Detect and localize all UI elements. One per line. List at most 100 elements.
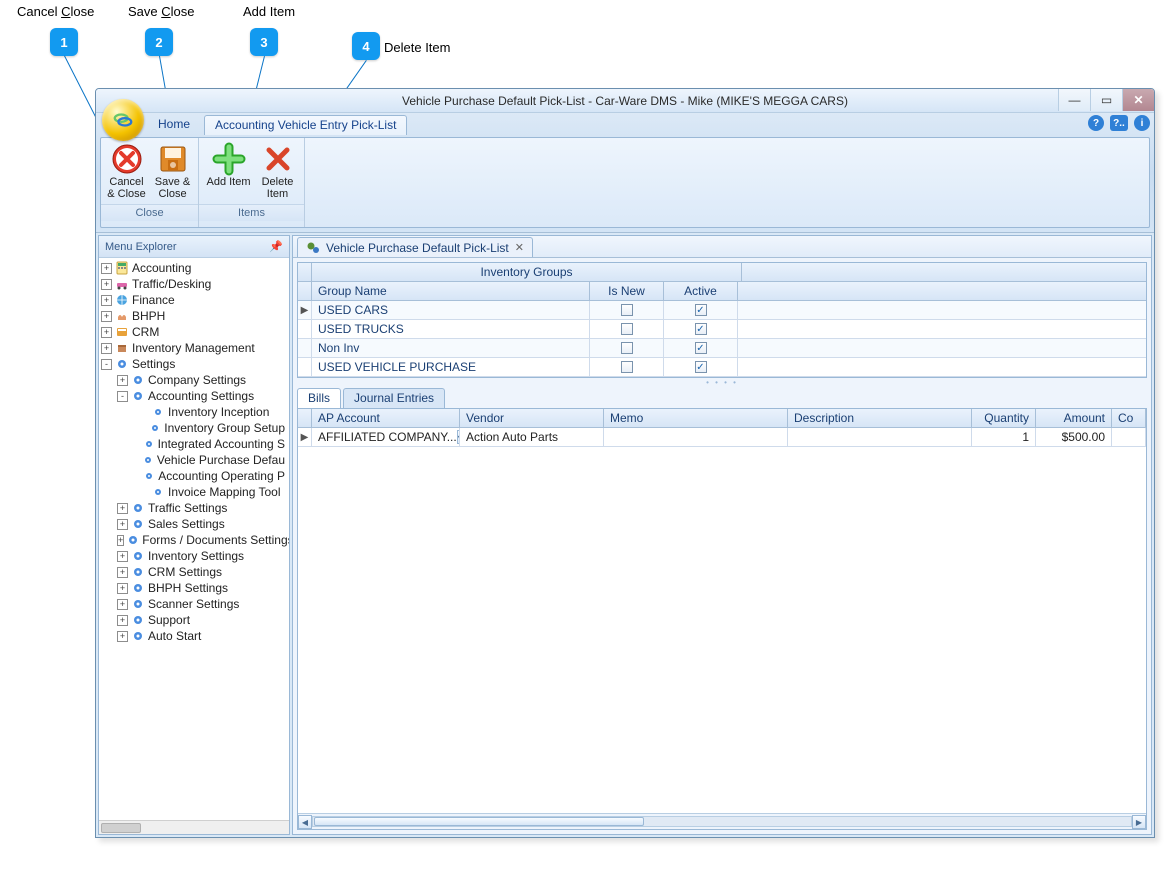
expander-icon[interactable]: + xyxy=(101,327,112,338)
inventory-group-row[interactable]: USED TRUCKS ✓ xyxy=(298,320,1146,339)
active-checkbox[interactable]: ✓ xyxy=(695,304,707,316)
col-is-new[interactable]: Is New xyxy=(590,282,664,300)
tree-node[interactable]: Accounting Operating P xyxy=(137,468,289,484)
help-icon[interactable]: ? xyxy=(1088,115,1104,131)
expander-icon[interactable]: + xyxy=(101,311,112,322)
col-amount[interactable]: Amount xyxy=(1036,409,1112,427)
expander-icon[interactable]: + xyxy=(117,535,124,546)
tree-node[interactable]: -Accounting Settings xyxy=(117,388,289,404)
save-close-button[interactable]: Save & Close xyxy=(151,140,195,202)
tree-node[interactable]: +Inventory Settings xyxy=(117,548,289,564)
col-active[interactable]: Active xyxy=(664,282,738,300)
tree-node[interactable]: +Accounting xyxy=(101,260,289,276)
is-new-checkbox[interactable] xyxy=(621,342,633,354)
tree-node[interactable]: +Inventory Management xyxy=(101,340,289,356)
col-description[interactable]: Description xyxy=(788,409,972,427)
minimize-button[interactable]: — xyxy=(1058,89,1090,111)
tree-node[interactable]: +Finance xyxy=(101,292,289,308)
expander-icon[interactable]: + xyxy=(101,295,112,306)
expander-icon[interactable]: + xyxy=(117,615,128,626)
expander-icon[interactable]: + xyxy=(101,343,112,354)
expander-icon[interactable] xyxy=(137,407,148,418)
tree-node[interactable]: Inventory Inception xyxy=(137,404,289,420)
expander-icon[interactable] xyxy=(137,487,148,498)
tree-node[interactable]: +BHPH Settings xyxy=(117,580,289,596)
tree-node[interactable]: Inventory Group Setup xyxy=(137,420,289,436)
tree-node[interactable]: -Settings xyxy=(101,356,289,372)
delete-item-button[interactable]: Delete Item xyxy=(256,140,300,202)
tab-journal-entries[interactable]: Journal Entries xyxy=(343,388,445,408)
group-name-cell[interactable]: USED CARS xyxy=(312,301,590,319)
expander-icon[interactable]: - xyxy=(101,359,112,370)
tab-bills[interactable]: Bills xyxy=(297,388,341,408)
expander-icon[interactable] xyxy=(137,439,140,450)
splitter[interactable]: • • • • xyxy=(293,378,1151,386)
pin-icon[interactable]: 📌 xyxy=(269,240,283,253)
group-name-cell[interactable]: USED VEHICLE PURCHASE xyxy=(312,358,590,376)
expander-icon[interactable]: + xyxy=(117,599,128,610)
ap-account-cell[interactable]: AFFILIATED COMPANY...▾ xyxy=(312,428,460,446)
cancel-close-button[interactable]: Cancel & Close xyxy=(105,140,149,202)
is-new-checkbox[interactable] xyxy=(621,361,633,373)
expander-icon[interactable]: + xyxy=(117,375,128,386)
tree-node[interactable]: +CRM xyxy=(101,324,289,340)
expander-icon[interactable] xyxy=(137,471,140,482)
tree-node[interactable]: +Auto Start xyxy=(117,628,289,644)
vendor-cell[interactable]: Action Auto Parts xyxy=(460,428,604,446)
menu-tree[interactable]: +Accounting+Traffic/Desking+Finance+BHPH… xyxy=(99,258,289,820)
quantity-cell[interactable]: 1 xyxy=(972,428,1036,446)
tree-node[interactable]: +Sales Settings xyxy=(117,516,289,532)
tab-close-icon[interactable]: ✕ xyxy=(515,241,524,254)
expander-icon[interactable]: - xyxy=(117,391,128,402)
expander-icon[interactable]: + xyxy=(117,583,128,594)
info-icon[interactable]: i xyxy=(1134,115,1150,131)
expander-icon[interactable]: + xyxy=(101,263,112,274)
tree-node[interactable]: Vehicle Purchase Defau xyxy=(137,452,289,468)
app-orb-button[interactable] xyxy=(102,99,144,141)
tree-node[interactable]: +CRM Settings xyxy=(117,564,289,580)
inventory-group-row[interactable]: ▶USED CARS✓ xyxy=(298,301,1146,320)
tree-node[interactable]: Integrated Accounting S xyxy=(137,436,289,452)
group-name-cell[interactable]: Non Inv xyxy=(312,339,590,357)
group-name-cell[interactable]: USED TRUCKS xyxy=(312,320,590,338)
col-ap-account[interactable]: AP Account xyxy=(312,409,460,427)
window-close-button[interactable]: ✕ xyxy=(1122,89,1154,111)
document-tab[interactable]: Vehicle Purchase Default Pick-List ✕ xyxy=(297,237,533,257)
bills-hscrollbar[interactable]: ◀ ▶ xyxy=(298,813,1146,829)
col-quantity[interactable]: Quantity xyxy=(972,409,1036,427)
expander-icon[interactable]: + xyxy=(117,551,128,562)
tree-node[interactable]: +Traffic Settings xyxy=(117,500,289,516)
ribbon-tab-home[interactable]: Home xyxy=(148,115,200,135)
amount-cell[interactable]: $500.00 xyxy=(1036,428,1112,446)
tree-node[interactable]: +BHPH xyxy=(101,308,289,324)
active-checkbox[interactable]: ✓ xyxy=(695,323,707,335)
description-cell[interactable] xyxy=(788,428,972,446)
inventory-group-row[interactable]: USED VEHICLE PURCHASE ✓ xyxy=(298,358,1146,377)
scroll-right-icon[interactable]: ▶ xyxy=(1132,815,1146,829)
tree-node[interactable]: +Support xyxy=(117,612,289,628)
tree-node[interactable]: +Scanner Settings xyxy=(117,596,289,612)
is-new-checkbox[interactable] xyxy=(621,323,633,335)
ribbon-tab-picklist[interactable]: Accounting Vehicle Entry Pick-List xyxy=(204,115,407,135)
whats-this-icon[interactable]: ?.. xyxy=(1110,115,1128,131)
col-co[interactable]: Co xyxy=(1112,409,1146,427)
tree-node[interactable]: +Forms / Documents Settings xyxy=(117,532,289,548)
active-checkbox[interactable]: ✓ xyxy=(695,342,707,354)
expander-icon[interactable]: + xyxy=(117,567,128,578)
scroll-left-icon[interactable]: ◀ xyxy=(298,815,312,829)
memo-cell[interactable] xyxy=(604,428,788,446)
active-checkbox[interactable]: ✓ xyxy=(695,361,707,373)
col-vendor[interactable]: Vendor xyxy=(460,409,604,427)
tree-node[interactable]: Invoice Mapping Tool xyxy=(137,484,289,500)
inventory-group-row[interactable]: Non Inv ✓ xyxy=(298,339,1146,358)
tree-node[interactable]: +Traffic/Desking xyxy=(101,276,289,292)
expander-icon[interactable] xyxy=(137,423,146,434)
maximize-button[interactable]: ▭ xyxy=(1090,89,1122,111)
expander-icon[interactable] xyxy=(137,455,139,466)
bill-row[interactable]: ▶AFFILIATED COMPANY...▾Action Auto Parts… xyxy=(298,428,1146,447)
tree-node[interactable]: +Company Settings xyxy=(117,372,289,388)
col-memo[interactable]: Memo xyxy=(604,409,788,427)
expander-icon[interactable]: + xyxy=(117,503,128,514)
expander-icon[interactable]: + xyxy=(101,279,112,290)
expander-icon[interactable]: + xyxy=(117,631,128,642)
